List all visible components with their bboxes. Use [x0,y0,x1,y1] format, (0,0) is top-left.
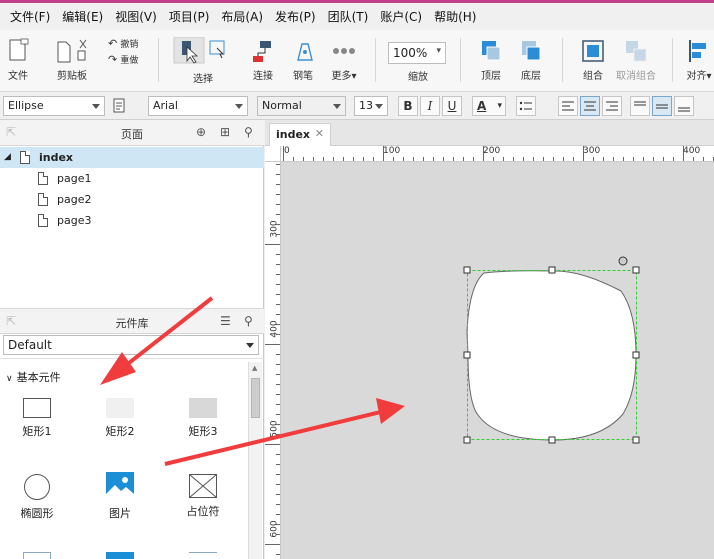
annotation-overlay [100,296,405,466]
annotation-arrow-canvas [164,398,405,466]
annotation-arrow-library [100,296,214,385]
